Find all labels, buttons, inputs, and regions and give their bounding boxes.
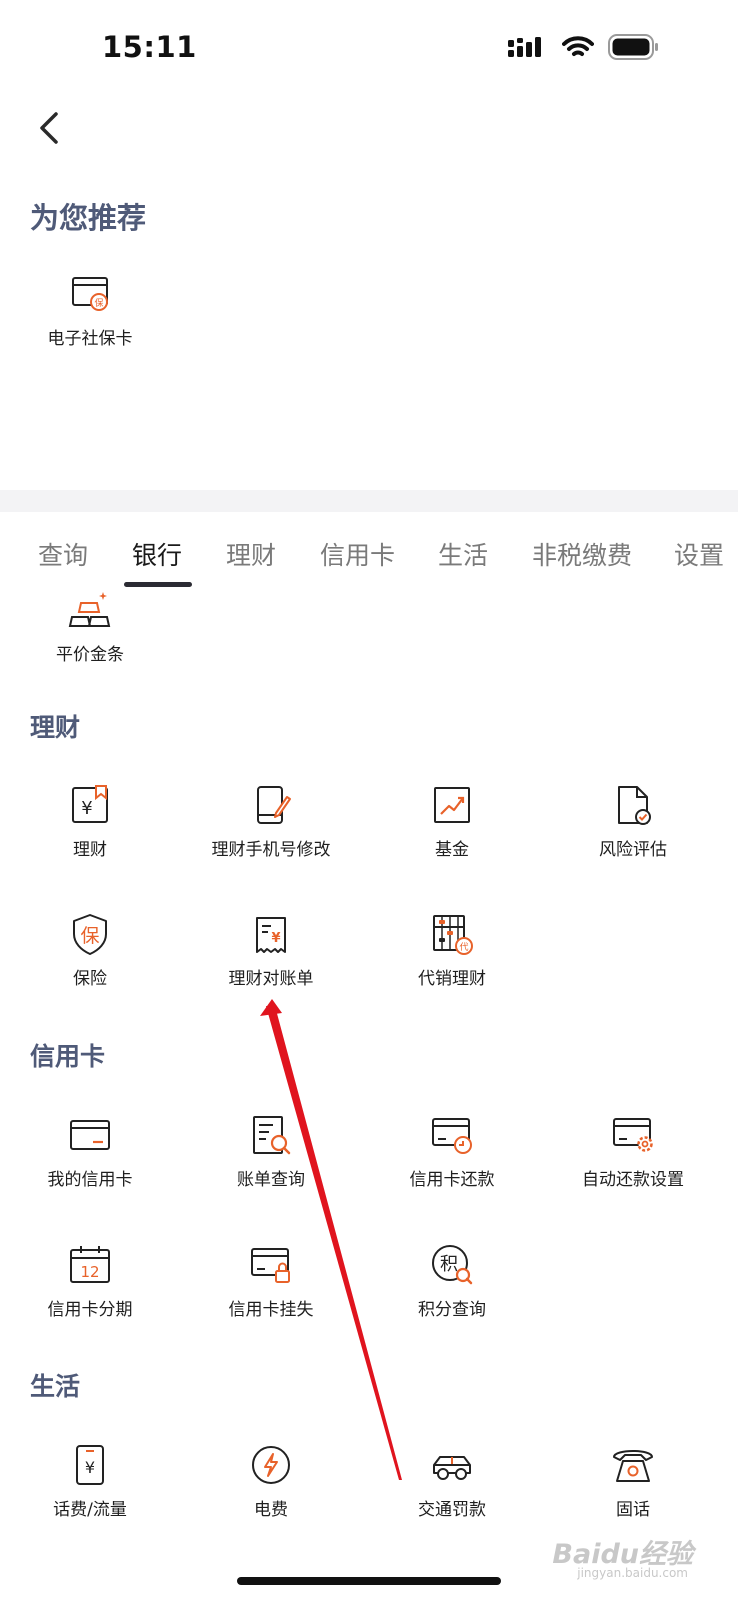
yuan-glyph: ¥ xyxy=(271,931,280,946)
section-divider xyxy=(0,490,738,512)
item-points-query[interactable]: 积 积分查询 xyxy=(362,1243,542,1320)
item-gold-bars[interactable]: 平价金条 xyxy=(0,588,180,665)
item-fund[interactable]: 基金 xyxy=(362,783,542,860)
status-time: 15:11 xyxy=(102,30,197,64)
item-label: 我的信用卡 xyxy=(47,1170,133,1190)
phone-bill-icon: ¥ xyxy=(76,1445,104,1485)
item-traffic-fine[interactable]: 交通罚款 xyxy=(362,1443,542,1520)
recommend-title: 为您推荐 xyxy=(30,201,147,235)
item-card-installment[interactable]: 12 信用卡分期 xyxy=(0,1243,180,1320)
item-label: 固话 xyxy=(616,1500,650,1520)
item-label: 信用卡挂失 xyxy=(228,1300,314,1320)
credit-card-icon xyxy=(70,1120,110,1150)
item-auto-repay-settings[interactable]: 自动还款设置 xyxy=(543,1113,723,1190)
fund-chart-icon xyxy=(434,787,470,823)
card-lock-icon xyxy=(251,1248,290,1283)
item-label: 风险评估 xyxy=(599,840,667,860)
item-label: 代销理财 xyxy=(418,969,486,989)
credit-section-title: 信用卡 xyxy=(30,1042,106,1071)
bill-search-icon xyxy=(253,1116,291,1155)
item-label: 交通罚款 xyxy=(418,1500,486,1520)
watermark-url: jingyan.baidu.com xyxy=(577,1566,688,1580)
item-label: 平价金条 xyxy=(56,645,124,665)
phone-edit-icon xyxy=(257,786,291,824)
insure-glyph: 保 xyxy=(80,925,99,947)
wifi-icon xyxy=(562,36,594,56)
item-label: 积分查询 xyxy=(418,1300,486,1320)
yuan-glyph: ¥ xyxy=(85,1458,95,1477)
battery-icon xyxy=(608,34,658,60)
statement-icon: ¥ xyxy=(256,917,286,953)
item-label: 话费/流量 xyxy=(53,1500,127,1520)
item-wealth[interactable]: ¥ 理财 xyxy=(0,783,180,860)
item-card-report-loss[interactable]: 信用卡挂失 xyxy=(181,1243,361,1320)
social-glyph: 保 xyxy=(94,297,103,309)
calendar-day: 12 xyxy=(80,1263,99,1281)
item-label: 自动还款设置 xyxy=(582,1170,684,1190)
category-tabs: 查询 银行 理财 信用卡 生活 非税缴费 设置 xyxy=(0,520,738,590)
landline-phone-icon xyxy=(613,1450,653,1482)
card-repay-icon xyxy=(432,1118,472,1154)
gold-bars-icon xyxy=(68,592,111,627)
tab-life[interactable]: 生活 xyxy=(438,536,488,572)
chevron-left-icon xyxy=(40,112,58,144)
item-label: 账单查询 xyxy=(237,1170,305,1190)
item-electricity[interactable]: 电费 xyxy=(181,1443,361,1520)
item-wealth-phone-change[interactable]: 理财手机号修改 xyxy=(181,783,361,860)
back-button[interactable] xyxy=(34,106,74,150)
item-phone-data-bill[interactable]: ¥ 话费/流量 xyxy=(0,1443,180,1520)
tab-wealth[interactable]: 理财 xyxy=(226,536,276,572)
item-risk-assessment[interactable]: 风险评估 xyxy=(543,783,723,860)
abacus-icon: 代 xyxy=(433,915,473,955)
risk-assessment-icon xyxy=(618,786,651,825)
tab-bank[interactable]: 银行 xyxy=(132,536,182,572)
points-search-icon: 积 xyxy=(432,1245,473,1285)
item-wealth-statement[interactable]: ¥ 理财对账单 xyxy=(181,912,361,989)
item-label: 理财手机号修改 xyxy=(211,840,331,860)
tab-credit-card[interactable]: 信用卡 xyxy=(320,536,395,572)
item-label: 理财 xyxy=(73,840,107,860)
tab-query[interactable]: 查询 xyxy=(38,536,88,572)
social-security-card-icon: 保 xyxy=(72,277,108,311)
life-section-title: 生活 xyxy=(30,1372,81,1401)
yuan-glyph: ¥ xyxy=(81,798,92,819)
tab-non-tax-payment[interactable]: 非税缴费 xyxy=(532,536,632,572)
item-label: 信用卡分期 xyxy=(47,1300,133,1320)
item-label: 信用卡还款 xyxy=(409,1170,495,1190)
status-icons xyxy=(508,34,660,60)
card-settings-icon xyxy=(613,1118,653,1152)
cellular-signal-icon xyxy=(508,37,541,57)
wealth-section-title: 理财 xyxy=(30,713,81,742)
item-bill-query[interactable]: 账单查询 xyxy=(181,1113,361,1190)
wealth-icon: ¥ xyxy=(72,785,108,823)
active-tab-indicator xyxy=(124,582,192,587)
home-indicator[interactable] xyxy=(237,1577,501,1585)
dai-glyph: 代 xyxy=(459,942,468,953)
item-label: 电子社保卡 xyxy=(47,329,133,349)
item-card-repayment[interactable]: 信用卡还款 xyxy=(362,1113,542,1190)
item-e-social-security-card[interactable]: 保 电子社保卡 xyxy=(0,272,180,349)
item-insurance[interactable]: 保 保险 xyxy=(0,912,180,989)
item-agency-wealth[interactable]: 代 代销理财 xyxy=(362,912,542,989)
tab-settings[interactable]: 设置 xyxy=(674,536,724,572)
item-my-credit-card[interactable]: 我的信用卡 xyxy=(0,1113,180,1190)
electricity-icon xyxy=(252,1446,290,1484)
car-icon xyxy=(433,1456,471,1480)
item-label: 电费 xyxy=(254,1500,288,1520)
points-glyph: 积 xyxy=(440,1254,458,1275)
item-label: 保险 xyxy=(73,969,107,989)
item-label: 基金 xyxy=(435,840,469,860)
item-label: 理财对账单 xyxy=(228,969,314,989)
item-landline[interactable]: 固话 xyxy=(543,1443,723,1520)
calendar-12-icon: 12 xyxy=(70,1246,110,1283)
insurance-shield-icon: 保 xyxy=(73,914,107,955)
